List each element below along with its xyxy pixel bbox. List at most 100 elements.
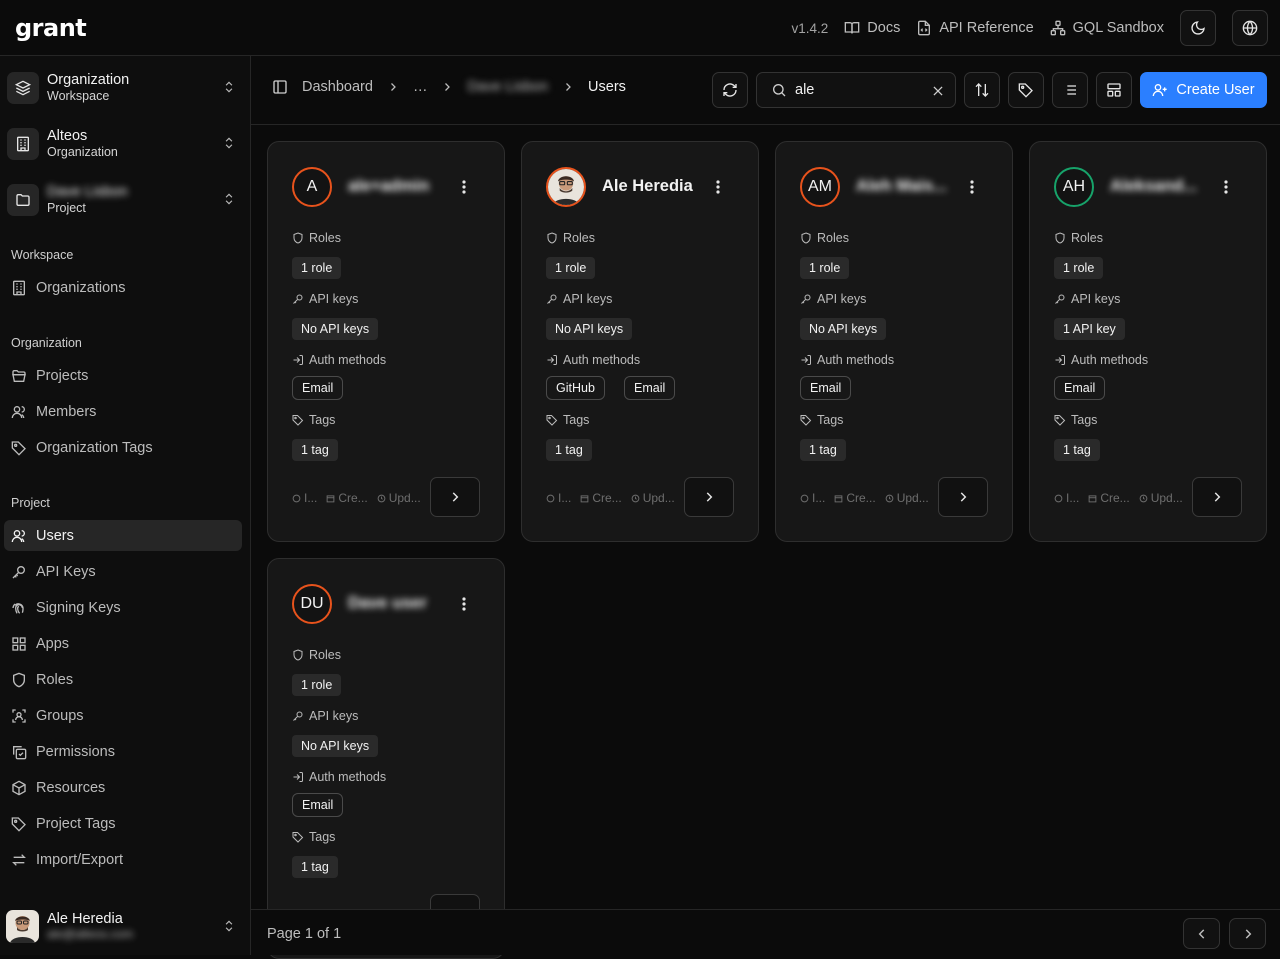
shield-icon: [801, 232, 811, 244]
auth-method-badge: Email: [800, 376, 852, 400]
meta-id-text: I...: [304, 491, 318, 505]
meta-id: I...: [800, 491, 825, 505]
roles-label: Roles: [292, 648, 341, 662]
sidebar-item-roles[interactable]: Roles: [4, 664, 242, 695]
theme-toggle-button[interactable]: [1180, 10, 1216, 46]
sidebar-item-project-tags[interactable]: Project Tags: [4, 808, 242, 839]
sidebar-item-resources[interactable]: Resources: [4, 772, 242, 803]
sidebar-item-organizations[interactable]: Organizations: [4, 272, 242, 303]
user-card[interactable]: AH Aleksand... Roles 1 role API keys 1 A…: [1029, 141, 1267, 542]
list-view-button[interactable]: [1052, 72, 1088, 108]
open-user-button[interactable]: [938, 477, 988, 517]
meta-id: I...: [546, 491, 571, 505]
sidebar-item-permissions[interactable]: Permissions: [4, 736, 242, 767]
app-logo[interactable]: grant: [15, 14, 87, 42]
meta-id-text: I...: [1066, 491, 1080, 505]
next-page-button[interactable]: [1229, 918, 1266, 949]
breadcrumb-ellipsis[interactable]: …: [413, 79, 428, 95]
tag-filter-button[interactable]: [1008, 72, 1044, 108]
breadcrumb-dashboard[interactable]: Dashboard: [302, 79, 373, 95]
sidebar-item-organization-tags[interactable]: Organization Tags: [4, 432, 242, 463]
sidebar-item-import-export[interactable]: Import/Export: [4, 844, 242, 875]
file-code-icon: [918, 20, 931, 36]
shield-icon: [1055, 232, 1065, 244]
auth-methods-label: Auth methods: [800, 353, 894, 367]
open-user-button[interactable]: [430, 477, 480, 517]
page-header: Dashboard … Dave Lisbon Users ale Create…: [251, 56, 1280, 125]
previous-page-button[interactable]: [1183, 918, 1220, 949]
gql-sandbox-label: GQL Sandbox: [1072, 20, 1164, 36]
more-vertical-icon[interactable]: [454, 178, 474, 196]
sidebar-item-members[interactable]: Members: [4, 396, 242, 427]
sidebar-item-groups[interactable]: Groups: [4, 700, 242, 731]
chevron-left-icon: [1198, 928, 1204, 939]
tags-label: Tags: [292, 830, 335, 844]
refresh-button[interactable]: [712, 72, 748, 108]
api-keys-label: API keys: [292, 709, 358, 723]
user-card[interactable]: Ale Heredia Roles 1 role API keys No API…: [521, 141, 759, 542]
more-vertical-icon[interactable]: [454, 595, 474, 613]
project-switcher[interactable]: Dave Lisbon Project: [6, 176, 244, 224]
sidebar-item-label: Apps: [36, 635, 70, 652]
open-user-button[interactable]: [1192, 477, 1242, 517]
search-input[interactable]: [795, 82, 925, 98]
docs-link[interactable]: Docs: [844, 20, 900, 36]
open-user-button[interactable]: [684, 477, 734, 517]
roles-label: Roles: [1054, 231, 1103, 245]
roles-badge: 1 role: [292, 257, 342, 279]
user-card[interactable]: A ale+admin Roles 1 role API keys No API…: [267, 141, 505, 542]
chevrons-up-down-icon: [225, 920, 233, 932]
more-vertical-icon[interactable]: [962, 178, 982, 196]
roles-label: Roles: [800, 231, 849, 245]
sidebar-toggle-icon[interactable]: [272, 79, 288, 95]
user-menu[interactable]: Ale Heredia ale@alteos.com: [6, 906, 244, 946]
more-vertical-icon[interactable]: [1216, 178, 1236, 196]
roles-label-text: Roles: [309, 231, 341, 245]
language-button[interactable]: [1232, 10, 1268, 46]
meta-id: I...: [292, 491, 317, 505]
auth-methods-label-text: Auth methods: [309, 353, 387, 367]
user-email: ale@alteos.com: [47, 927, 134, 941]
sort-button[interactable]: [964, 72, 1000, 108]
organization-switcher[interactable]: Alteos Organization: [6, 120, 244, 168]
search-box: [756, 72, 956, 108]
card-view-button[interactable]: [1096, 72, 1132, 108]
meta-updated-text: Upd...: [642, 491, 675, 505]
api-reference-link[interactable]: API Reference: [916, 20, 1034, 36]
more-vertical-icon[interactable]: [708, 178, 728, 196]
organization-switcher-title: Alteos: [47, 128, 88, 144]
chevrons-up-down-icon: [225, 81, 233, 93]
auth-methods-label: Auth methods: [1054, 353, 1148, 367]
section-label-project: Project: [11, 496, 50, 510]
meta-created: Cre...: [326, 491, 368, 505]
user-card[interactable]: AM Aleh Mais... Roles 1 role API keys No…: [775, 141, 1013, 542]
clear-search-icon[interactable]: [931, 84, 945, 98]
sidebar-item-api-keys[interactable]: API Keys: [4, 556, 242, 587]
meta-updated-text: Upd...: [896, 491, 929, 505]
sidebar-item-label: Import/Export: [36, 851, 124, 868]
workspace-switcher[interactable]: Organization Workspace: [6, 64, 244, 112]
tag-icon: [292, 415, 304, 426]
auth-methods-label-text: Auth methods: [1071, 353, 1149, 367]
breadcrumb-project[interactable]: Dave Lisbon: [467, 79, 548, 95]
calendar-icon: [327, 494, 335, 502]
log-in-icon: [1055, 355, 1065, 365]
auth-method-badge: Email: [624, 376, 676, 400]
building-icon: [7, 128, 39, 160]
fingerprint-icon: [292, 494, 301, 502]
tags-badge: 1 tag: [546, 439, 592, 461]
create-user-button[interactable]: Create User: [1140, 72, 1267, 108]
sidebar-item-projects[interactable]: Projects: [4, 360, 242, 391]
sidebar-item-users[interactable]: Users: [4, 520, 242, 551]
gql-sandbox-link[interactable]: GQL Sandbox: [1050, 20, 1164, 36]
user-name: Ale Heredia: [602, 177, 693, 195]
api-keys-label: API keys: [1054, 292, 1120, 306]
shield-icon: [293, 232, 303, 244]
sidebar-item-signing-keys[interactable]: Signing Keys: [4, 592, 242, 623]
tags-label: Tags: [1054, 413, 1097, 427]
sidebar-item-label: API Keys: [36, 563, 96, 580]
sidebar-item-apps[interactable]: Apps: [4, 628, 242, 659]
roles-label-text: Roles: [817, 231, 849, 245]
user-card[interactable]: DU Dave user Roles 1 role API keys No AP…: [267, 558, 505, 959]
avatar: DU: [292, 584, 332, 624]
